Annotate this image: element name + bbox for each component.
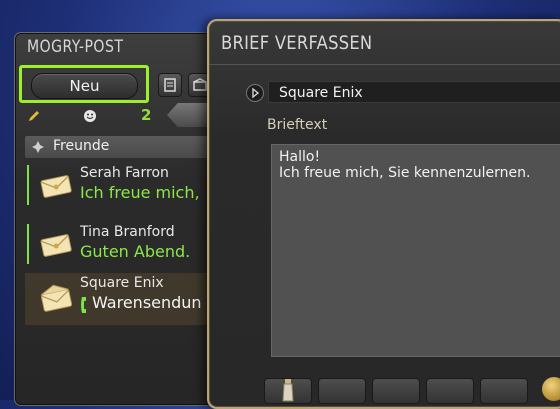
body-label: Brieftext — [267, 117, 328, 133]
attachment-slot[interactable] — [372, 378, 420, 404]
letter-open-icon — [40, 284, 73, 312]
mogry-post-window: MOGRY-POST Neu 2 Freunde Serah Farron Ic… — [14, 32, 231, 406]
mail-preview: Warensendun — [92, 293, 202, 312]
delivery-icon — [81, 297, 86, 313]
new-letter-button[interactable]: Neu — [31, 73, 138, 99]
mail-sender: Serah Farron — [80, 165, 169, 181]
body-line: Hallo! — [279, 149, 321, 165]
recipient-select-arrow-icon[interactable] — [246, 84, 264, 102]
window-title: BRIEF VERFASSEN — [221, 32, 373, 54]
smiley-icon[interactable] — [83, 109, 97, 123]
potion-icon — [282, 379, 294, 402]
pencil-icon[interactable] — [27, 109, 41, 123]
friends-label: Freunde — [53, 138, 110, 154]
mail-item-selected[interactable]: Square Enix Warensendun — [25, 273, 230, 325]
unread-indicator — [27, 165, 29, 205]
friends-category-header[interactable]: Freunde — [25, 136, 230, 158]
mail-preview: Guten Abend. — [80, 242, 191, 261]
mail-filter-tabs: 2 — [27, 103, 227, 127]
body-line: Ich freue mich, Sie kennenzulernen. — [279, 165, 531, 181]
mailbox-icon[interactable] — [158, 73, 182, 97]
attachment-slot[interactable] — [480, 378, 528, 404]
new-button-highlight: Neu — [19, 65, 149, 103]
letter-icon — [40, 234, 72, 257]
recipient-field[interactable]: Square Enix — [268, 81, 560, 103]
attachment-slots — [264, 377, 560, 408]
category-toggle-icon — [32, 141, 44, 153]
attachment-slot[interactable] — [318, 378, 366, 404]
attachment-slot[interactable] — [264, 378, 312, 404]
mail-sender: Square Enix — [80, 275, 164, 291]
letter-icon — [40, 175, 72, 198]
unread-indicator — [27, 224, 29, 264]
attachment-slot[interactable] — [426, 378, 474, 404]
mail-sender: Tina Branford — [80, 224, 175, 240]
compose-letter-window: BRIEF VERFASSEN Square Enix Brieftext Ha… — [207, 19, 560, 409]
unread-count: 2 — [141, 106, 152, 124]
letter-body-field[interactable]: Hallo! Ich freue mich, Sie kennenzulerne… — [271, 144, 560, 357]
mail-item[interactable]: Tina Branford Guten Abend. — [25, 222, 230, 270]
window-title: MOGRY-POST — [27, 37, 124, 57]
title-divider — [209, 64, 560, 65]
mail-item[interactable]: Serah Farron Ich freue mich, — [25, 163, 230, 211]
gil-coin-icon[interactable] — [542, 377, 560, 401]
mail-preview: Ich freue mich, — [80, 183, 200, 202]
